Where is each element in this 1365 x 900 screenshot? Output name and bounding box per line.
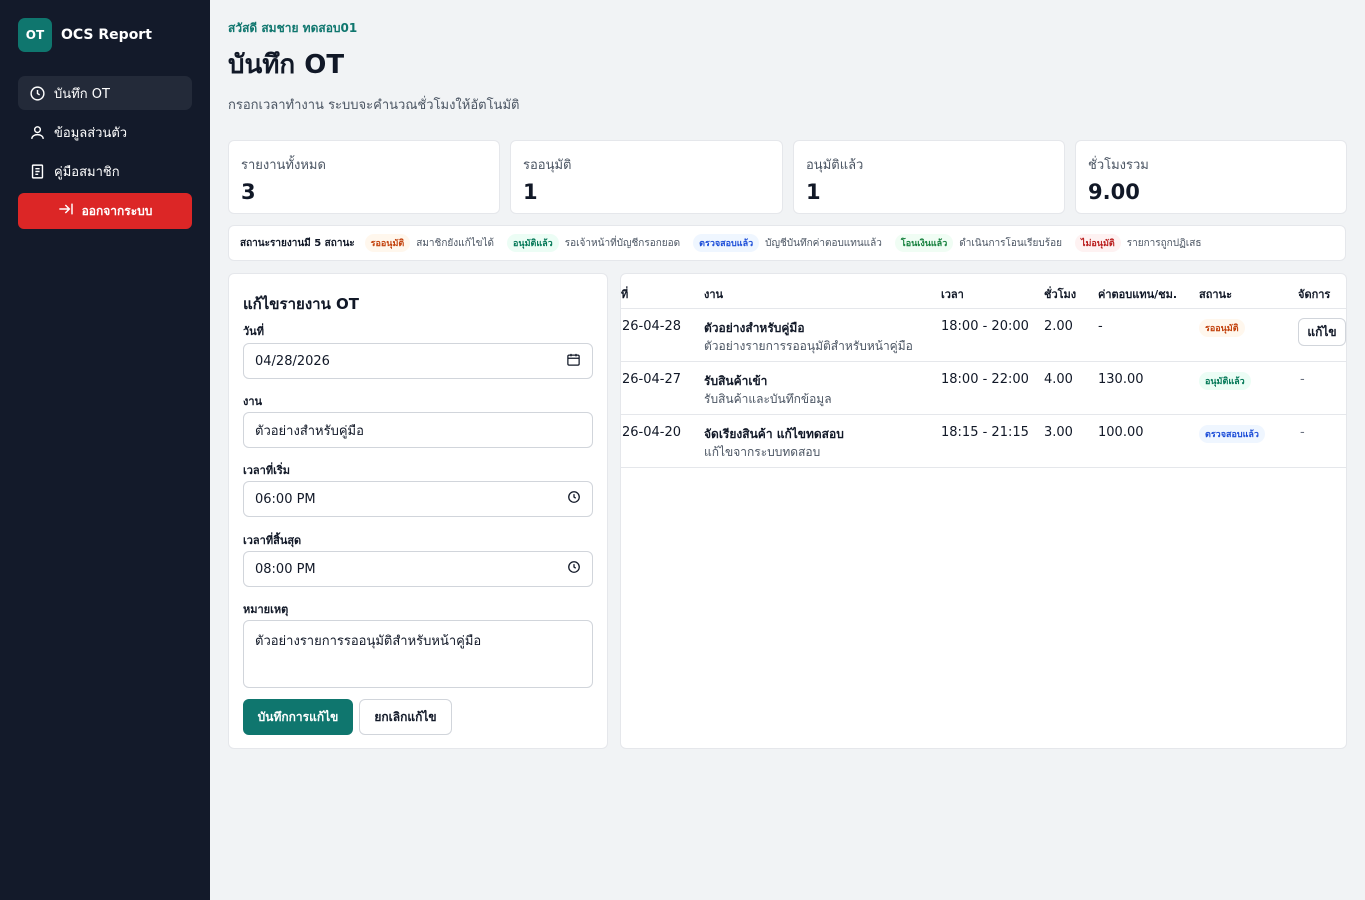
status-legend: สถานะรายงานมี 5 สถานะ รออนุมัติ สมาชิกยั… <box>228 225 1346 261</box>
stat-card-pending: รออนุมัติ 1 <box>510 140 783 214</box>
status-badge: ตรวจสอบแล้ว <box>1199 425 1265 443</box>
nav-item-label: ข้อมูลส่วนตัว <box>54 125 128 141</box>
table-row[interactable]: 26-04-28 ตัวอย่างสำหรับคู่มือ ตัวอย่างรา… <box>621 309 1346 362</box>
brand: OT OCS Report <box>18 18 152 52</box>
row-hours: 4.00 <box>1044 372 1073 387</box>
date-field[interactable]: 04/28/2026 <box>243 343 593 379</box>
col-header-rate: ค่าตอบแทน/ชม. <box>1098 288 1178 301</box>
row-note: แก้ไขจากระบบทดสอบ <box>704 445 821 459</box>
nav-item-profile[interactable]: ข้อมูลส่วนตัว <box>18 115 192 149</box>
clock-icon <box>28 84 46 102</box>
end-time-value: 08:00 PM <box>255 561 316 577</box>
legend-desc: ดำเนินการโอนเรียบร้อย <box>959 237 1062 249</box>
end-time-label: เวลาที่สิ้นสุด <box>243 534 302 547</box>
row-hours: 3.00 <box>1044 425 1073 440</box>
col-header-time: เวลา <box>941 288 964 301</box>
nav-item-manual[interactable]: คู่มือสมาชิก <box>18 154 192 188</box>
task-label: งาน <box>243 395 263 408</box>
stat-card-approved: อนุมัติแล้ว 1 <box>793 140 1065 214</box>
row-rate: 130.00 <box>1098 372 1144 387</box>
status-badge: รออนุมัติ <box>364 234 411 252</box>
stat-label: อนุมัติแล้ว <box>806 158 864 173</box>
status-badge: ไม่อนุมัติ <box>1074 234 1121 252</box>
form-title: แก้ไขรายงาน OT <box>243 295 360 313</box>
logout-arrow-icon <box>58 202 74 220</box>
table-row[interactable]: 26-04-27 รับสินค้าเข้า รับสินค้าและบันทึ… <box>621 362 1346 415</box>
app-name: OCS Report <box>61 27 152 43</box>
start-time-value: 06:00 PM <box>255 491 316 507</box>
start-time-field[interactable]: 06:00 PM <box>243 481 593 517</box>
stat-value: 3 <box>241 180 256 204</box>
end-time-field[interactable]: 08:00 PM <box>243 551 593 587</box>
row-time: 18:00 - 22:00 <box>941 372 1029 387</box>
nav-item-ot-record[interactable]: บันทึก OT <box>18 76 192 110</box>
calendar-icon[interactable] <box>566 352 581 371</box>
legend-desc: บัญชีบันทึกค่าตอบแทนแล้ว <box>765 237 882 249</box>
row-note: ตัวอย่างรายการรออนุมัติสำหรับหน้าคู่มือ <box>704 339 913 353</box>
col-header-task: งาน <box>704 288 724 301</box>
page-title: บันทึก OT <box>228 50 345 80</box>
row-action: - <box>1300 372 1305 387</box>
row-rate: 100.00 <box>1098 425 1144 440</box>
row-note: รับสินค้าและบันทึกข้อมูล <box>704 392 832 406</box>
page-subtitle: กรอกเวลาทำงาน ระบบจะคำนวณชั่วโมงให้อัตโน… <box>228 98 520 113</box>
nav-item-label: บันทึก OT <box>54 86 110 102</box>
book-icon <box>28 162 46 180</box>
task-field[interactable]: ตัวอย่างสำหรับคู่มือ <box>243 412 593 448</box>
clock-icon[interactable] <box>567 560 581 578</box>
user-icon <box>28 123 46 141</box>
row-time: 18:00 - 20:00 <box>941 319 1029 334</box>
status-badge: รออนุมัติ <box>1199 319 1245 337</box>
stat-value: 9.00 <box>1088 180 1140 204</box>
row-date: 26-04-27 <box>622 372 682 387</box>
sidebar: OT OCS Report บันทึก OT ข้อมูลส่วนตัว คู… <box>0 0 210 900</box>
col-header-actions: จัดการ <box>1298 288 1331 301</box>
start-time-label: เวลาที่เริ่ม <box>243 464 291 477</box>
status-badge: อนุมัติแล้ว <box>1199 372 1251 390</box>
row-date: 26-04-20 <box>622 425 682 440</box>
logout-label: ออกจากระบบ <box>81 203 153 218</box>
legend-desc: รอเจ้าหน้าที่บัญชีกรอกยอด <box>564 237 681 249</box>
stat-label: ชั่วโมงรวม <box>1088 158 1149 173</box>
row-rate: - <box>1098 319 1103 334</box>
row-time: 18:15 - 21:15 <box>941 425 1029 440</box>
note-textarea[interactable]: ตัวอย่างรายการรออนุมัติสำหรับหน้าคู่มือ <box>243 620 593 688</box>
logout-button[interactable]: ออกจากระบบ <box>18 193 192 229</box>
status-badge: โอนเงินแล้ว <box>894 234 954 252</box>
edit-ot-form: แก้ไขรายงาน OT วันที่ 04/28/2026 งาน ตัว… <box>228 273 608 749</box>
ot-table: ที่ งาน เวลา ชั่วโมง ค่าตอบแทน/ชม. สถานะ… <box>620 273 1347 749</box>
clock-icon[interactable] <box>567 490 581 508</box>
stat-value: 1 <box>806 180 821 204</box>
stat-label: รออนุมัติ <box>523 158 572 173</box>
row-hours: 2.00 <box>1044 319 1073 334</box>
edit-row-button[interactable]: แก้ไข <box>1298 318 1346 346</box>
stat-value: 1 <box>523 180 538 204</box>
col-header-date: ที่ <box>621 288 629 301</box>
app-logo: OT <box>18 18 52 52</box>
nav-item-label: คู่มือสมาชิก <box>54 164 120 180</box>
row-date: 26-04-28 <box>622 319 682 334</box>
legend-desc: รายการถูกปฏิเสธ <box>1126 237 1202 249</box>
row-task: ตัวอย่างสำหรับคู่มือ <box>704 321 805 335</box>
date-label: วันที่ <box>243 325 264 338</box>
row-action: - <box>1300 425 1305 440</box>
status-badge: ตรวจสอบแล้ว <box>693 234 760 252</box>
row-task: จัดเรียงสินค้า แก้ไขทดสอบ <box>704 427 844 441</box>
legend-intro: สถานะรายงานมี 5 สถานะ <box>240 237 355 249</box>
task-value: ตัวอย่างสำหรับคู่มือ <box>255 423 364 439</box>
save-edit-button[interactable]: บันทึกการแก้ไข <box>243 699 353 735</box>
col-header-status: สถานะ <box>1199 288 1232 301</box>
note-label: หมายเหตุ <box>243 603 289 616</box>
stat-card-total: รายงานทั้งหมด 3 <box>228 140 500 214</box>
cancel-edit-button[interactable]: ยกเลิกแก้ไข <box>359 699 452 735</box>
stat-card-hours: ชั่วโมงรวม 9.00 <box>1075 140 1347 214</box>
table-row[interactable]: 26-04-20 จัดเรียงสินค้า แก้ไขทดสอบ แก้ไข… <box>621 415 1346 468</box>
legend-desc: สมาชิกยังแก้ไขได้ <box>416 237 495 249</box>
date-value: 04/28/2026 <box>255 353 330 369</box>
col-header-hours: ชั่วโมง <box>1044 288 1077 301</box>
row-task: รับสินค้าเข้า <box>704 374 768 388</box>
status-badge: อนุมัติแล้ว <box>507 234 559 252</box>
greeting: สวัสดี สมชาย ทดสอบ01 <box>228 21 358 35</box>
stat-label: รายงานทั้งหมด <box>241 158 326 173</box>
